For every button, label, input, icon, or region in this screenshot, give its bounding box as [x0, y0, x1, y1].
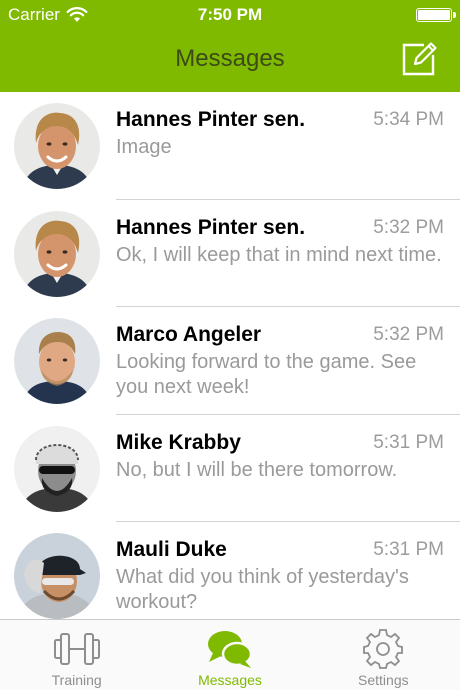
message-row[interactable]: Mike Krabby 5:31 PM No, but I will be th…	[0, 415, 460, 522]
message-time: 5:32 PM	[373, 216, 444, 238]
avatar	[14, 425, 100, 512]
message-preview: What did you think of yesterday's workou…	[116, 566, 409, 613]
message-row[interactable]: Marco Angeler 5:32 PM Looking forward to…	[0, 307, 460, 415]
avatar	[14, 533, 100, 619]
sender-name: Mauli Duke	[116, 538, 227, 561]
message-preview: Image	[116, 136, 172, 158]
sender-name: Mike Krabby	[116, 430, 241, 454]
status-bar: Carrier 7:50 PM	[0, 0, 460, 30]
message-time: 5:34 PM	[373, 109, 444, 130]
avatar	[14, 318, 100, 404]
message-preview: No, but I will be there tomorrow.	[116, 458, 398, 481]
message-row[interactable]: Hannes Pinter sen. 5:32 PM Ok, I will ke…	[0, 200, 460, 307]
sender-name: Hannes Pinter sen.	[116, 215, 306, 239]
message-preview: Ok, I will keep that in mind next time.	[116, 243, 442, 266]
compose-icon[interactable]	[402, 42, 438, 76]
sender-name: Hannes Pinter sen.	[116, 108, 306, 131]
gear-icon	[363, 629, 404, 669]
tab-label: Training	[51, 672, 102, 688]
avatar	[14, 210, 100, 297]
tab-label: Messages	[198, 672, 262, 688]
nav-bar: Carrier 7:50 PM Messages	[0, 0, 460, 92]
message-row[interactable]: Mauli Duke 5:31 PM What did you think of…	[0, 522, 460, 619]
chat-bubbles-icon	[207, 631, 253, 668]
message-time: 5:31 PM	[373, 431, 444, 453]
tab-settings[interactable]: Settings	[307, 620, 460, 690]
tab-messages[interactable]: Messages	[153, 620, 306, 690]
battery-icon	[416, 8, 456, 22]
message-preview: Looking forward to the game. See you nex…	[116, 351, 417, 398]
dumbbell-icon	[53, 633, 100, 665]
page-title: Messages	[175, 45, 285, 72]
message-row[interactable]: Hannes Pinter sen. 5:34 PM Image	[0, 92, 460, 200]
sender-name: Marco Angeler	[116, 323, 262, 346]
message-time: 5:31 PM	[373, 539, 444, 560]
message-time: 5:32 PM	[373, 324, 444, 345]
tab-training[interactable]: Training	[0, 620, 153, 690]
status-time: 7:50 PM	[197, 5, 263, 24]
tab-label: Settings	[358, 672, 409, 688]
tab-bar: Training Messages Settings	[0, 619, 460, 690]
message-list[interactable]: Hannes Pinter sen. 5:34 PM Image Hannes …	[0, 92, 460, 619]
avatar	[14, 103, 100, 189]
